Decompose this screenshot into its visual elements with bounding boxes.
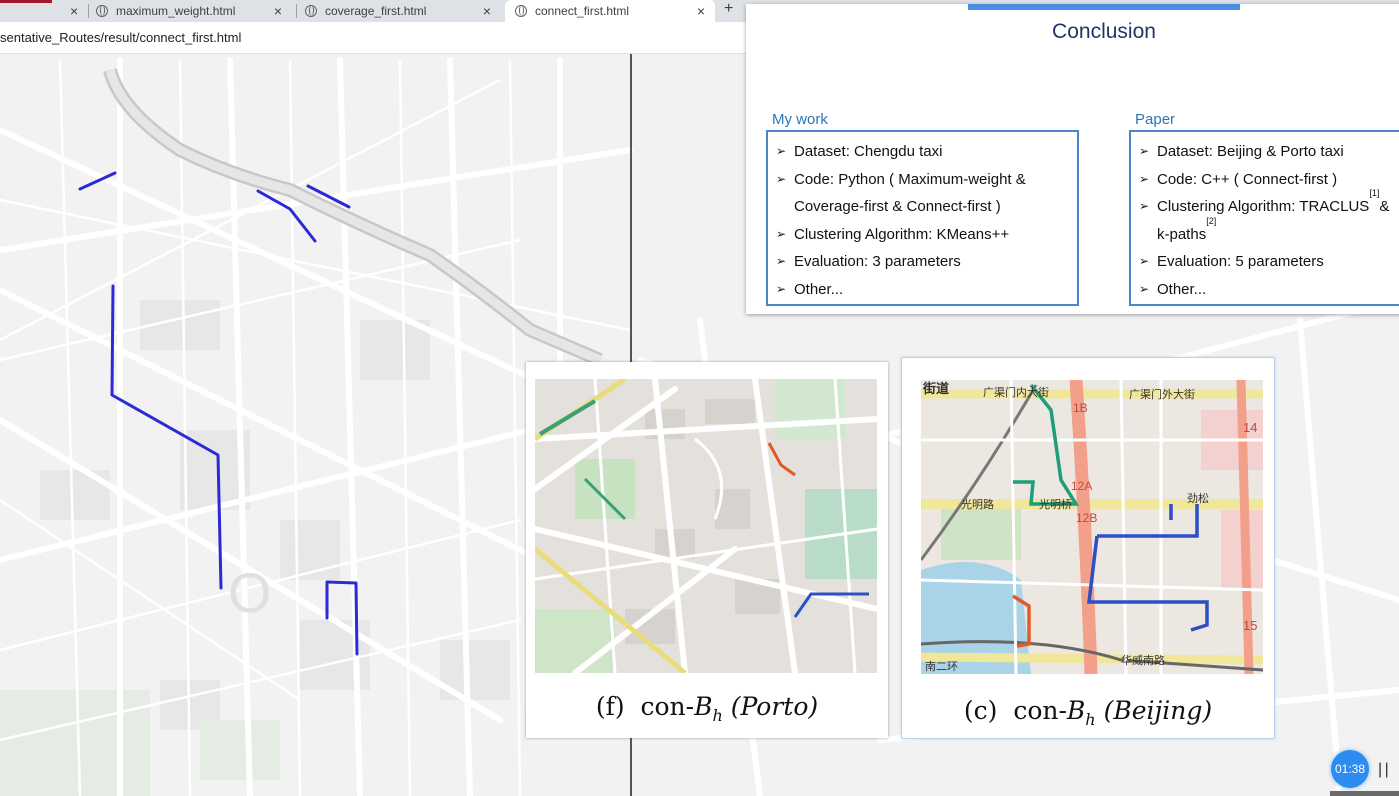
url-text[interactable]: sentative_Routes/result/connect_first.ht…	[0, 30, 241, 45]
list-item-continuation: k-paths [2]	[1157, 215, 1217, 243]
list-item: ➢ Other...	[1139, 276, 1399, 304]
list-item: ➢ Evaluation: 3 parameters	[776, 248, 1069, 276]
paper-heading: Paper	[1135, 111, 1176, 128]
close-icon[interactable]: ×	[70, 3, 78, 19]
map-label: 12A	[1071, 479, 1092, 493]
porto-caption: (f) con-Bh (Porto)	[595, 692, 819, 725]
tab-title: coverage_first.html	[325, 4, 427, 18]
list-item: ➢ Other...	[776, 276, 1069, 304]
route-segment[interactable]	[78, 171, 117, 191]
arrow-bullet-icon: ➢	[1139, 199, 1150, 213]
list-item: ➢ Code: C++ ( Connect-first )	[1139, 166, 1399, 194]
my-work-box: ➢ Dataset: Chengdu taxi ➢ Code: Python ( M…	[766, 130, 1079, 306]
map-label: 1B	[1073, 401, 1088, 415]
conclusion-slide: Conclusion My work ➢ Dataset: Chengdu tax…	[746, 4, 1399, 314]
arrow-bullet-icon: ➢	[776, 254, 787, 268]
map-label: 华威南路	[1121, 653, 1165, 667]
address-bar[interactable]: sentative_Routes/result/connect_first.ht…	[0, 22, 760, 54]
arrow-bullet-icon: ➢	[776, 281, 787, 296]
porto-map-drawing	[535, 379, 877, 673]
list-item: ➢ Code: Python ( Maximum-weight &	[776, 166, 1069, 194]
list-item: ➢ Dataset: Chengdu taxi	[776, 138, 1069, 166]
arrow-bullet-icon: ➢	[1139, 254, 1150, 268]
arrow-bullet-icon: ➢	[776, 144, 787, 158]
tab-title: connect_first.html	[535, 4, 630, 18]
slide-title: Conclusion	[1052, 20, 1156, 43]
map-label: 光明路	[961, 497, 994, 511]
arrow-bullet-icon: ➢	[776, 226, 787, 241]
tab-maximum-weight[interactable]: maximum_weight.html ×	[96, 0, 292, 22]
route-segment[interactable]	[110, 284, 223, 590]
globe-icon	[305, 5, 317, 17]
close-icon[interactable]: ×	[483, 3, 491, 19]
map-label: 广渠门内大街	[983, 385, 1049, 399]
globe-icon	[96, 5, 108, 17]
porto-figure: (f) con-Bh (Porto)	[526, 362, 888, 738]
tab-strip-accent	[0, 0, 52, 3]
tab-separator	[88, 4, 89, 18]
map-label: 街道	[922, 381, 949, 396]
arrow-bullet-icon: ➢	[1139, 281, 1150, 296]
list-item: ➢ Dataset: Beijing & Porto taxi	[1139, 138, 1399, 166]
route-segment[interactable]	[306, 184, 351, 209]
arrow-bullet-icon: ➢	[776, 171, 787, 186]
close-icon[interactable]: ×	[274, 3, 282, 19]
map-label: 12B	[1076, 511, 1097, 525]
list-item-continuation: Coverage-first & Connect-first )	[794, 198, 1001, 215]
close-icon[interactable]: ×	[697, 3, 705, 19]
porto-map-image	[535, 379, 877, 673]
slide-accent-bar	[968, 4, 1240, 10]
beijing-map-drawing: 街道 广渠门内大街 广渠门外大街 1B 12A 12B 光明路 光明桥 劲松 1…	[921, 380, 1263, 674]
map-label: 光明桥	[1039, 497, 1072, 511]
beijing-map-image: 街道 广渠门内大街 广渠门外大街 1B 12A 12B 光明路 光明桥 劲松 1…	[921, 380, 1263, 674]
tab-title: maximum_weight.html	[116, 4, 236, 18]
map-label: 15	[1243, 618, 1257, 633]
globe-icon	[515, 5, 527, 17]
new-tab-button[interactable]: +	[724, 0, 733, 18]
tab-coverage-first[interactable]: coverage_first.html ×	[305, 0, 501, 22]
pause-icon[interactable]: | |	[1378, 761, 1389, 779]
arrow-bullet-icon: ➢	[1139, 144, 1150, 158]
route-segment[interactable]	[325, 580, 359, 656]
list-item: ➢ Evaluation: 5 parameters	[1139, 248, 1399, 276]
route-segment[interactable]	[256, 189, 317, 243]
map-label: 广渠门外大街	[1129, 387, 1195, 401]
map-label: 14	[1243, 420, 1257, 435]
beijing-figure: 街道 广渠门内大街 广渠门外大街 1B 12A 12B 光明路 光明桥 劲松 1…	[901, 357, 1275, 739]
previous-tab-close[interactable]: ×	[70, 0, 78, 22]
tab-connect-first[interactable]: connect_first.html ×	[505, 0, 715, 22]
list-item: ➢ Clustering Algorithm: TRACLUS [1] &	[1139, 189, 1399, 221]
arrow-bullet-icon: ➢	[1139, 171, 1150, 186]
beijing-caption: (c) con-Bh (Beijing)	[963, 696, 1213, 729]
screen: × maximum_weight.html × coverage_first.h…	[0, 0, 1399, 796]
horizontal-scrollbar[interactable]	[1330, 791, 1399, 796]
tab-separator	[296, 4, 297, 18]
map-label: 南二环	[925, 660, 958, 673]
list-item: ➢ Clustering Algorithm: KMeans++	[776, 221, 1069, 249]
recording-timer[interactable]: 01:38	[1331, 750, 1369, 788]
map-label: 劲松	[1187, 491, 1209, 505]
my-work-heading: My work	[772, 111, 828, 128]
paper-box: ➢ Dataset: Beijing & Porto taxi ➢ Code: C+…	[1129, 130, 1399, 306]
